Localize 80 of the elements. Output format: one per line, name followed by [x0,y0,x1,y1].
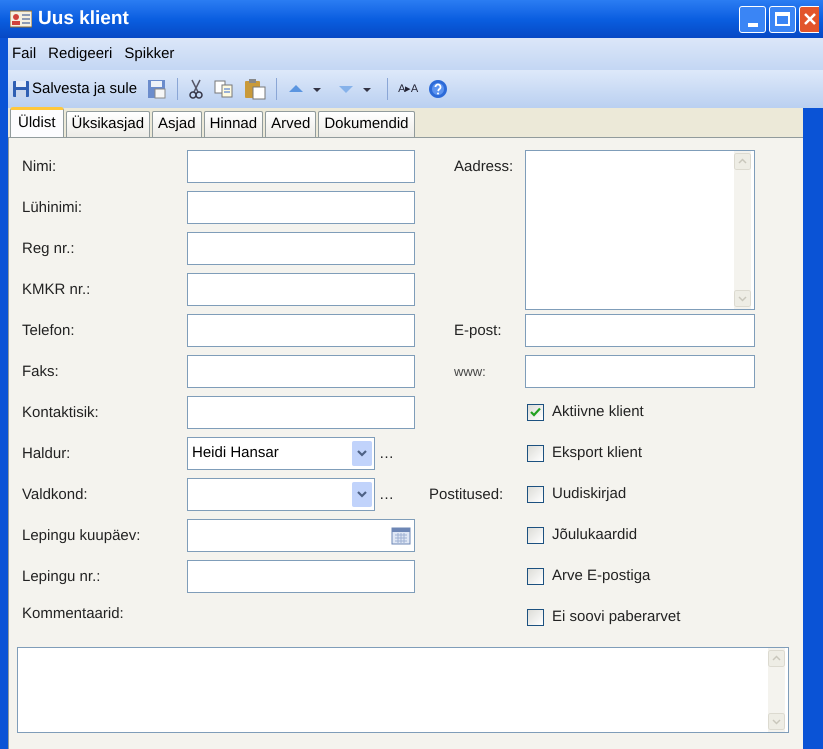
field-label: Lühinimi: [22,198,84,218]
field-label: Aadress: [453,157,514,177]
help-icon[interactable] [428,79,448,99]
font-size-button[interactable]: A▸A [398,80,418,98]
dropdown-icon[interactable] [352,441,372,466]
menu-item[interactable]: Fail [12,42,36,66]
save-icon[interactable] [147,79,168,99]
combo-box[interactable]: Heidi Hansar [187,437,375,470]
tab[interactable]: Arved [265,111,316,137]
field-label: Valdkond: [22,485,89,505]
checkbox[interactable] [527,404,544,421]
scrollbar[interactable] [768,648,785,732]
checkbox-label: Ei soovi paberarvet [552,607,680,627]
tab[interactable]: Üldist [10,107,64,137]
field-label: Telefon: [22,321,76,341]
email-field[interactable] [525,314,755,347]
text-field[interactable] [187,273,415,306]
minimize-button[interactable] [739,6,766,32]
address-field[interactable] [525,150,755,310]
save-close-button[interactable]: Salvesta ja sule [12,78,138,100]
combo-box[interactable] [187,478,375,511]
cut-icon[interactable] [188,79,204,99]
field-label: Faks: [22,362,60,382]
checkbox-label: Arve E-postiga [552,566,650,586]
checkbox-label: Aktiivne klient [552,402,644,422]
scrollbar[interactable] [734,151,751,309]
field-label: Kommentaarid: [22,604,125,624]
checkbox[interactable] [527,568,544,585]
text-field[interactable] [187,191,415,224]
tab[interactable]: Asjad [152,111,202,137]
field-label: Lepingu nr.: [22,567,102,587]
close-icon [804,13,816,25]
contact-card-icon [10,10,32,28]
text-field[interactable] [187,150,415,183]
maximize-button[interactable] [769,6,796,32]
checkbox[interactable] [527,608,544,626]
menu-item[interactable]: Redigeeri [48,42,112,66]
maximize-icon [775,12,790,26]
scroll-up-icon[interactable] [768,650,785,667]
browse-button[interactable]: … [379,446,394,461]
tab[interactable]: Hinnad [204,111,264,137]
checkbox-label: Uudiskirjad [552,484,626,504]
field-label: www: [453,363,487,381]
minimize-icon [748,22,758,26]
scroll-down-icon[interactable] [734,290,751,307]
date-field[interactable] [187,519,415,552]
field-label: Reg nr.: [22,239,76,259]
close-button[interactable] [799,6,819,32]
window-title: Uus klient [38,6,129,31]
checkbox[interactable] [527,526,544,544]
check-icon [530,407,541,418]
checkbox[interactable] [527,444,544,462]
field-label: Haldur: [22,444,72,464]
paste-icon[interactable] [244,78,266,100]
text-field[interactable] [187,355,415,388]
checkbox-label: Jõulukaardid [552,525,638,545]
text-field[interactable] [187,396,415,429]
field-label: KMKR nr.: [22,280,92,300]
checkbox-label: Eksport klient [552,443,642,463]
field-label: E-post: [453,321,503,341]
text-field[interactable] [187,232,415,265]
text-field[interactable] [187,314,415,347]
menu-item[interactable]: Spikker [124,42,174,66]
dropdown-icon[interactable] [352,482,372,507]
comments-field[interactable] [17,647,789,733]
scroll-up-icon[interactable] [734,153,751,170]
field-label: Lepingu kuupäev: [22,526,142,546]
group-label: Postitused: [428,485,504,505]
combo-value: Heidi Hansar [192,443,279,464]
field-label: Kontaktisik: [22,403,100,423]
scroll-down-icon[interactable] [768,713,785,730]
copy-icon[interactable] [214,80,234,98]
www-field[interactable] [525,355,755,388]
tab[interactable]: Üksikasjad [66,111,150,137]
text-field[interactable] [187,560,415,593]
field-label: Nimi: [22,157,58,177]
browse-button[interactable]: … [379,487,394,502]
calendar-icon[interactable] [391,526,411,546]
tab[interactable]: Dokumendid [318,111,415,137]
checkbox[interactable] [527,486,544,503]
